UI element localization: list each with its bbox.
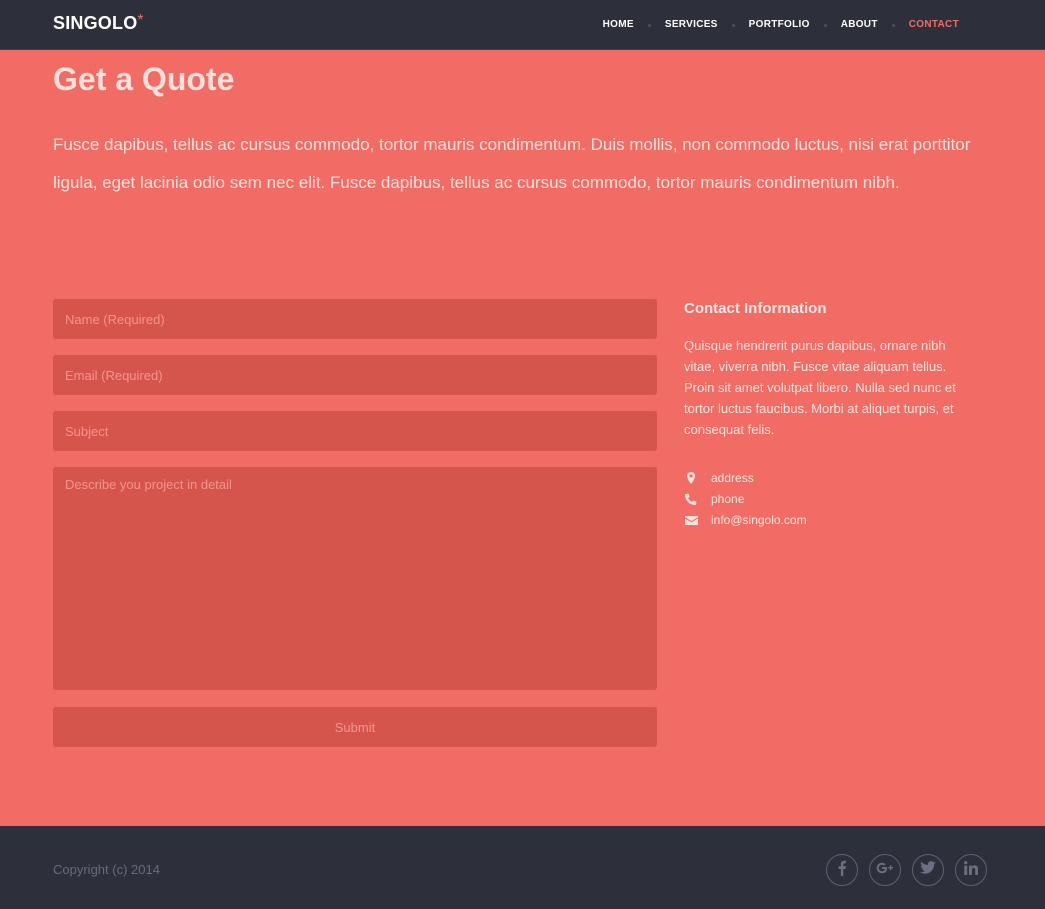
intro-text: Fusce dapibus, tellus ac cursus commodo,… (53, 135, 971, 192)
contact-email: info@singolo.com (684, 512, 807, 528)
facebook-icon (835, 860, 849, 881)
phone-icon (684, 492, 698, 506)
contact-phone: phone (684, 491, 744, 507)
site-header: SINGOLO* HOME SERVICES PORTFOLIO ABOUT C… (0, 0, 1045, 50)
subject-field[interactable] (53, 411, 657, 451)
facebook-button[interactable] (826, 854, 858, 886)
nav-separator (731, 23, 735, 27)
contact-address: address (684, 470, 754, 486)
quote-section: Get a Quote Fusce dapibus, tellus ac cur… (0, 50, 1045, 826)
google-plus-icon (876, 860, 894, 881)
map-marker-icon (684, 471, 698, 485)
name-field[interactable] (53, 299, 657, 339)
email-text[interactable]: info@singolo.com (711, 513, 807, 527)
address-text: address (711, 471, 754, 485)
nav-contact[interactable]: CONTACT (909, 18, 959, 32)
linkedin-button[interactable] (955, 854, 987, 886)
copyright: Copyright (c) 2014 (53, 862, 160, 877)
nav-separator (891, 23, 895, 27)
nav-home[interactable]: HOME (603, 18, 634, 32)
contact-description: Quisque hendrerit purus dapibus, ornare … (684, 338, 956, 437)
main-nav: HOME SERVICES PORTFOLIO ABOUT CONTACT (603, 18, 959, 32)
contact-title: Contact Information (684, 300, 827, 317)
nav-separator (647, 23, 651, 27)
nav-about[interactable]: ABOUT (841, 18, 878, 32)
nav-portfolio[interactable]: PORTFOLIO (749, 18, 810, 32)
twitter-icon (920, 860, 936, 880)
message-field[interactable] (53, 467, 657, 690)
site-footer: Copyright (c) 2014 (0, 826, 1045, 909)
logo[interactable]: SINGOLO* (53, 12, 144, 34)
nav-services[interactable]: SERVICES (665, 18, 718, 32)
google-plus-button[interactable] (869, 854, 901, 886)
logo-star: * (137, 12, 144, 29)
logo-text: SINGOLO (53, 13, 138, 33)
email-field[interactable] (53, 355, 657, 395)
linkedin-icon (964, 860, 979, 880)
submit-button[interactable]: Submit (53, 707, 657, 747)
page-title: Get a Quote (53, 61, 235, 97)
twitter-button[interactable] (912, 854, 944, 886)
phone-text: phone (711, 492, 745, 506)
nav-separator (823, 23, 827, 27)
envelope-icon (684, 513, 698, 527)
